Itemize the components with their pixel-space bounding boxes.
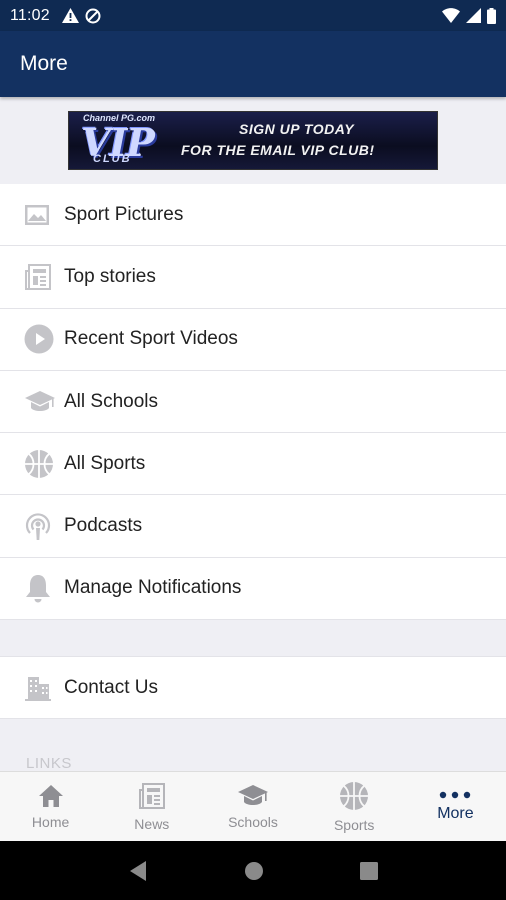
warning-icon (61, 8, 79, 23)
banner-club-text: CLUB (93, 153, 132, 165)
bell-icon (26, 575, 50, 603)
graduation-cap-icon (238, 784, 268, 805)
back-icon[interactable] (128, 860, 148, 882)
data-saver-icon (85, 8, 101, 23)
menu-item-manage-notifications[interactable]: Manage Notifications (0, 558, 506, 621)
tab-label: News (134, 815, 170, 832)
recents-icon[interactable] (360, 861, 378, 880)
menu-item-label: All Schools (64, 390, 158, 412)
banner-line1: SIGN UP TODAY (239, 121, 355, 137)
building-icon (25, 676, 51, 701)
menu-item-label: Sport Pictures (64, 203, 184, 225)
image-icon (25, 204, 49, 225)
menu-item-contact-us[interactable]: Contact Us (0, 657, 506, 719)
tab-more[interactable]: More (405, 772, 506, 841)
menu-item-top-stories[interactable]: Top stories (0, 246, 506, 309)
status-time: 11:02 (10, 6, 50, 24)
basketball-icon (25, 449, 53, 478)
menu-item-all-sports[interactable]: All Sports (0, 433, 506, 496)
wifi-icon (442, 8, 460, 23)
more-dots-icon (440, 791, 471, 798)
newspaper-icon (25, 263, 51, 290)
page-title: More (20, 52, 68, 75)
graduation-cap-icon (25, 390, 55, 411)
home-circle-icon[interactable] (244, 861, 264, 881)
menu-item-recent-sport-videos[interactable]: Recent Sport Videos (0, 309, 506, 371)
menu-item-label: Top stories (64, 265, 156, 287)
battery-icon (487, 7, 496, 24)
signal-icon (466, 8, 481, 23)
app-bar: More (0, 31, 506, 97)
menu-item-label: Podcasts (64, 515, 143, 537)
tab-label: Home (31, 813, 70, 830)
more-menu-list: Sport Pictures Top stories Recent Sport … (0, 184, 506, 621)
system-navigation-bar (0, 841, 506, 900)
contact-section: Contact Us (0, 656, 506, 719)
newspaper-icon (138, 782, 165, 809)
play-circle-icon (24, 324, 54, 354)
status-bar: 11:02 (0, 0, 506, 31)
menu-item-sport-pictures[interactable]: Sport Pictures (0, 184, 506, 247)
links-section-header: LINKS (26, 755, 72, 772)
menu-item-label: Manage Notifications (64, 577, 242, 599)
tab-label: More (437, 804, 474, 822)
basketball-icon (340, 781, 369, 810)
tab-label: Schools (228, 813, 278, 830)
tab-label: Sports (333, 816, 375, 833)
podcast-icon (25, 513, 51, 541)
vip-club-banner[interactable]: Channel PG.com VIP CLUB SIGN UP TODAY FO… (68, 111, 438, 170)
banner-line2: FOR THE EMAIL VIP CLUB! (181, 142, 375, 158)
tab-news[interactable]: News (101, 772, 202, 841)
menu-item-label: Contact Us (64, 676, 158, 698)
menu-item-all-schools[interactable]: All Schools (0, 371, 506, 434)
menu-item-podcasts[interactable]: Podcasts (0, 495, 506, 558)
tab-sports[interactable]: Sports (304, 772, 405, 841)
menu-item-label: All Sports (64, 452, 146, 474)
tab-home[interactable]: Home (0, 772, 101, 841)
tab-schools[interactable]: Schools (202, 772, 303, 841)
menu-item-label: Recent Sport Videos (64, 328, 238, 350)
bottom-tab-bar: Home News Schools Sports More (0, 771, 506, 841)
banner-container: Channel PG.com VIP CLUB SIGN UP TODAY FO… (0, 97, 506, 184)
home-icon (38, 784, 63, 807)
